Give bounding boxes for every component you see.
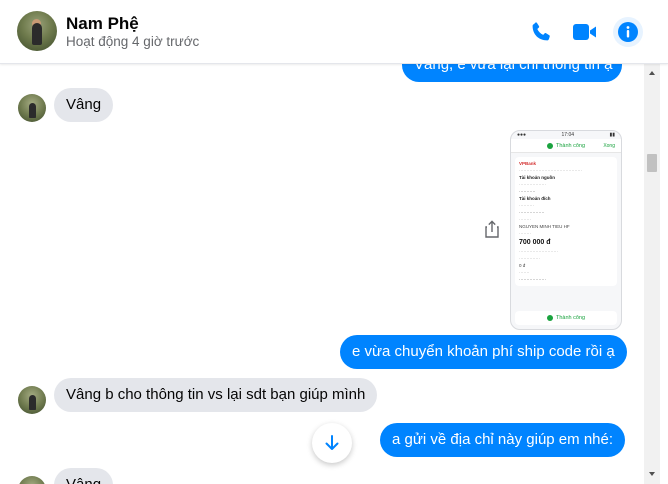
receipt-card: VPBank ·································… [515,157,617,286]
sender-avatar[interactable] [18,386,46,414]
receipt-footer: Thành công [515,311,617,325]
receipt-status-bar: Thành công Xong [511,139,621,153]
outgoing-message-bubble[interactable]: e vừa chuyển khoản phí ship code rồi ạ [340,335,627,369]
receipt-line: ················· [519,210,545,215]
video-camera-icon [573,24,596,40]
chat-scrollbar[interactable] [644,64,660,484]
incoming-message-bubble[interactable]: Vâng [54,88,114,122]
avatar-figure [29,395,36,410]
outgoing-message-bubble[interactable]: a gửi về địa chỉ này giúp em nhé: [380,423,626,457]
phone-icon [532,22,550,41]
receipt-line: ······· [519,270,530,275]
receipt-line: ·························· [519,249,558,254]
page-edge [660,64,668,484]
receipt-fee: 0 đ [519,263,526,268]
check-circle-icon [546,142,553,149]
contact-status: Hoạt động 4 giờ trước [66,34,200,49]
receipt-line: ·············· [519,256,540,261]
receipt-source-label: Tài khoản nguồn [519,175,555,180]
receipt-dest-label: Tài khoản đích [519,196,551,201]
receipt-phone-statusbar: ●●● 17:04 ▮▮ [517,132,615,138]
receipt-currency: đ [546,239,551,246]
share-icon[interactable] [484,220,500,238]
message-list[interactable]: Vâng, e vừa lại chi thông tin ạ Vâng ●●●… [0,64,660,484]
transfer-receipt-image[interactable]: ●●● 17:04 ▮▮ Thành công Xong VPBank ······… [510,130,622,330]
scroll-up-arrow-icon[interactable] [649,71,655,75]
incoming-message-bubble[interactable]: Vâng [54,468,114,484]
receipt-line: ·········· [519,203,534,208]
avatar-figure [29,103,36,118]
receipt-amount: 700 000 [519,239,545,246]
receipt-line: ········································… [519,168,582,173]
receipt-line: ·················· [519,182,546,187]
arrow-down-icon [325,435,339,450]
receipt-line: ·················· [519,277,546,282]
scroll-to-bottom-button[interactable] [312,423,352,463]
scrollbar-thumb[interactable] [647,154,657,172]
sender-avatar[interactable] [18,94,46,122]
info-icon [618,22,638,42]
receipt-done-label: Xong [603,142,615,149]
conversation-info-button[interactable] [613,17,643,47]
receipt-footer-status: Thành công [555,315,586,321]
outgoing-message-bubble[interactable]: Vâng, e vừa lại chi thông tin ạ [402,64,622,82]
incoming-message-bubble[interactable]: Vâng b cho thông tin vs lại sdt bạn giúp… [54,378,378,412]
contact-name[interactable]: Nam Phệ [66,14,139,34]
receipt-line: ··········· [519,189,536,194]
sender-avatar[interactable] [18,476,46,484]
receipt-line: ········ [519,217,531,222]
receipt-line: ········ [519,231,531,236]
scroll-down-arrow-icon[interactable] [649,472,655,476]
video-call-button[interactable] [571,18,599,46]
receipt-receiver: NGUYEN MINH TIEU HF [519,224,570,229]
receipt-amount-row: 700 000 đ [519,237,613,248]
contact-avatar[interactable] [17,11,57,51]
avatar-body [32,23,42,45]
chat-header: Nam Phệ Hoạt động 4 giờ trước [0,0,668,64]
receipt-status: Thành công [555,142,586,149]
receipt-bank: VPBank [519,161,537,166]
check-circle-icon [546,315,553,321]
voice-call-button[interactable] [527,18,555,46]
